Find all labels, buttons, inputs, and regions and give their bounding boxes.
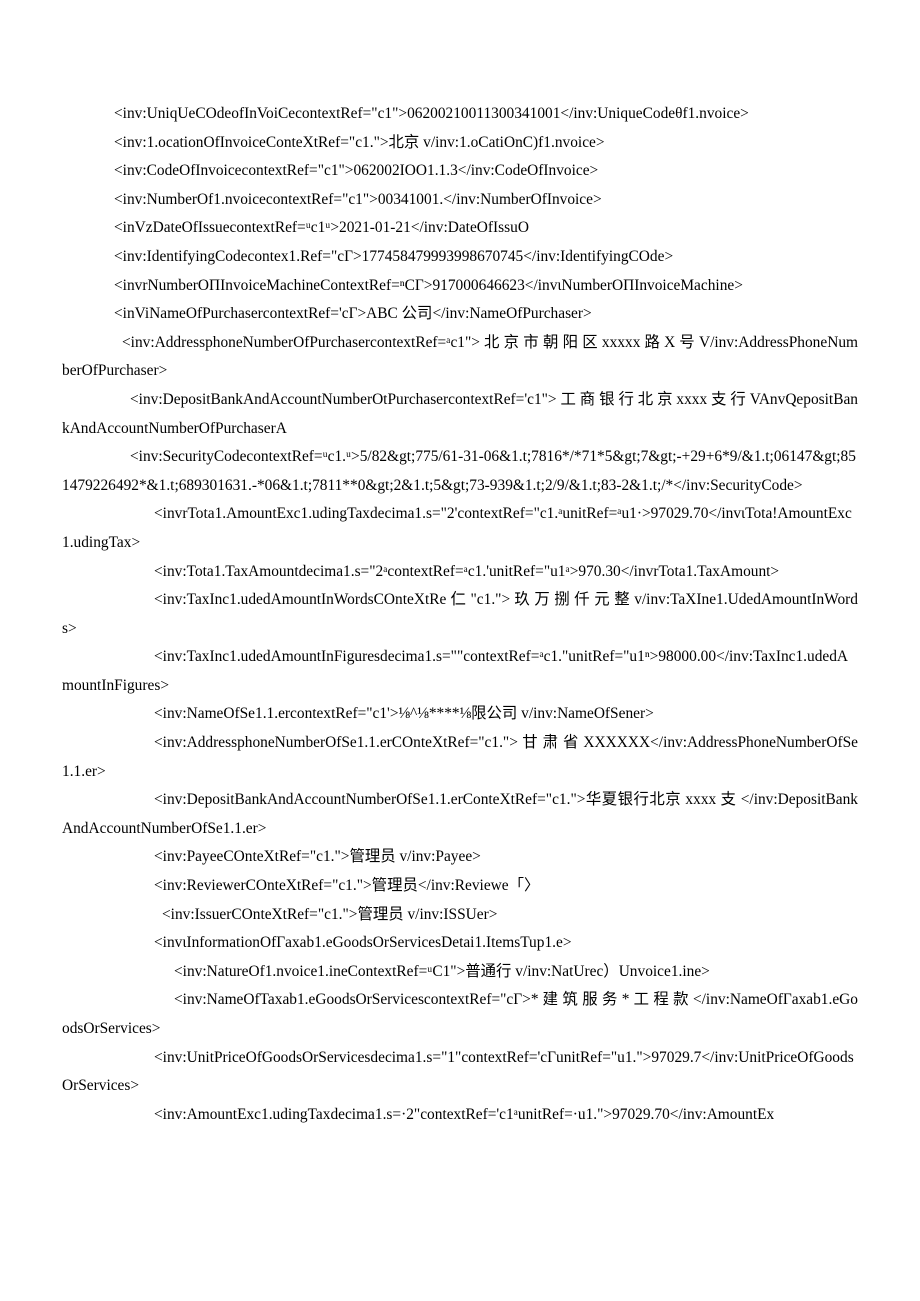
xml-line-tax-included-amount-in-figures: <inv:TaxInc1.udedAmountInFiguresdecima1.… [62,648,849,694]
xml-line-issuer: <inv:IssuerCOnteXtRef="c1.">管理员 v/inv:IS… [162,905,498,923]
xml-line-total-amount-excluding-tax: <invrTota1.AmountExc1.udingTaxdecima1.s=… [62,505,852,551]
xml-line-total-tax-amount: <inv:Tota1.TaxAmountdecima1.s="2ᵃcontext… [154,562,780,580]
xml-line-location-of-invoice: <inv:1.ocationOfInvoiceConteXtRef="c1.">… [114,133,605,151]
xml-source-text-block: <inv:UniqUeCOdeofInVoiCecontextRef="c1">… [62,100,858,1129]
xml-line-address-phone-number-of-seller: <inv:AddressphoneNumberOfSe1.1.erCOnteXt… [62,734,858,780]
xml-line-number-of-invoice-machine: <invrNumberOΠInvoiceMachineContextRef=ⁿC… [114,276,743,294]
xml-line-amount-excluding-tax: <inv:AmountExc1.udingTaxdecima1.s=·2"con… [154,1105,775,1123]
xml-line-name-of-taxable-goods-or-services: <inv:NameOfTaxab1.eGoodsOrServicescontex… [62,991,858,1037]
xml-line-code-of-invoice: <inv:CodeOfInvoicecontextRef="c1">062002… [114,162,599,180]
xml-line-information-of-taxable-goods-or-services-detail: <invιInformationOfΓaxab1.eGoodsOrService… [154,934,572,952]
xml-line-name-of-seller: <inv:NameOfSe1.1.ercontextRef="c1'>⅛^⅛**… [154,705,654,723]
xml-line-reviewer: <inv:ReviewerCOnteXtRef="c1.">管理员</inv:R… [154,877,540,895]
xml-line-tax-included-amount-in-words: <inv:TaxInc1.udedAmountInWordsCOnteXtRe … [62,591,858,637]
xml-line-deposit-bank-and-account-number-of-purchaser: <inv:DepositBankAndAccountNumberOtPurcha… [62,390,858,437]
xml-line-address-phone-number-of-purchaser: <inv:AddressphoneNumberOfPurchasercontex… [62,333,858,380]
xml-line-date-of-issue: <inVzDateOfIssuecontextRef=ᵘc1ᵘ>2021-01-… [114,219,529,237]
xml-line-unit-price-of-goods-or-services: <inv:UnitPriceOfGoodsOrServicesdecima1.s… [62,1048,854,1095]
xml-line-identifying-code: <inv:IdentifyingCodecontex1.Ref="cΓ>1774… [114,247,674,265]
xml-line-nature-of-invoice-line: <inv:NatureOf1.nvoice1.ineContextRef=ᵘC1… [174,962,710,980]
xml-line-payee: <inv:PayeeCOnteXtRef="c1.">管理员 v/inv:Pay… [154,848,481,866]
xml-line-unique-code-of-invoice: <inv:UniqUeCOdeofInVoiCecontextRef="c1">… [114,105,749,122]
xml-line-security-code: <inv:SecurityCodecontextRef=ᵘc1.ᵘ>5/82&g… [62,448,856,494]
xml-line-deposit-bank-and-account-number-of-seller: <inv:DepositBankAndAccountNumberOfSe1.1.… [62,791,858,837]
xml-line-number-of-invoice: <inv:NumberOf1.nvoicecontextRef="c1">003… [114,190,602,208]
xml-line-name-of-purchaser: <inViNameOfPurchasercontextRef='cΓ>ABC 公… [114,305,592,323]
document-page: <inv:UniqUeCOdeofInVoiCecontextRef="c1">… [0,0,920,1301]
